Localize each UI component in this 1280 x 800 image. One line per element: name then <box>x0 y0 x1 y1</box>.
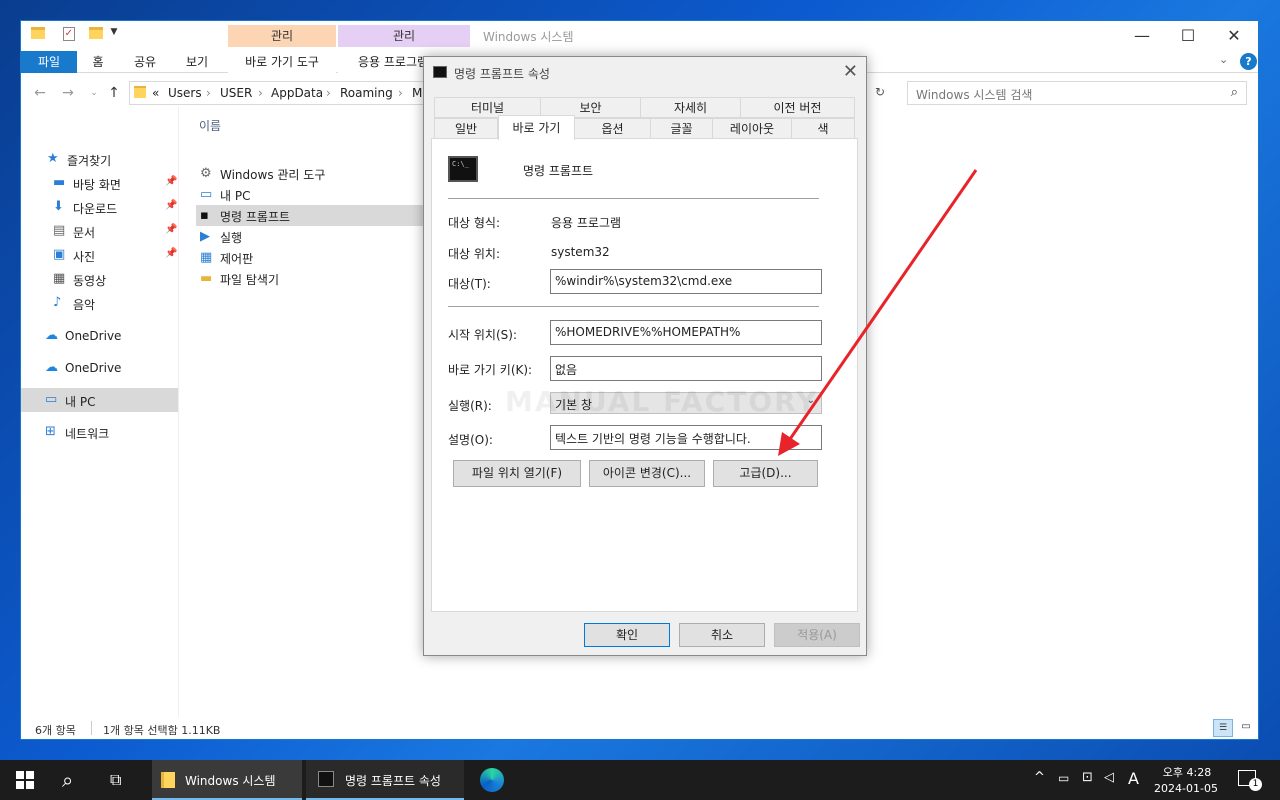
notification-badge: 1 <box>1249 778 1262 791</box>
cmd-icon <box>318 771 334 787</box>
clock-date[interactable]: 2024-01-05 <box>1150 782 1222 795</box>
ime-icon[interactable]: A <box>1128 769 1139 788</box>
volume-icon[interactable]: ◁ <box>1104 770 1114 785</box>
network-icon[interactable]: ⊡ <box>1082 770 1093 785</box>
arrow-head <box>778 432 800 456</box>
search-icon[interactable]: ⌕ <box>62 768 73 792</box>
folder-icon <box>161 772 175 788</box>
battery-icon[interactable]: ▭ <box>1058 771 1069 785</box>
taskbar-item-explorer[interactable]: Windows 시스템 <box>152 760 302 800</box>
task-view-icon[interactable]: ⧉ <box>110 770 121 790</box>
windows-start-icon[interactable] <box>16 771 34 789</box>
arrow-shaft <box>786 169 978 443</box>
tab-shortcut[interactable]: 바로 가기 <box>498 115 575 140</box>
taskbar-item-properties[interactable]: 명령 프롬프트 속성 <box>306 760 464 800</box>
taskbar-item-label: 명령 프롬프트 속성 <box>345 774 441 788</box>
clock-time[interactable]: 오후 4:28 <box>1154 764 1220 780</box>
taskbar-item-label: Windows 시스템 <box>185 774 276 788</box>
edge-browser-icon[interactable] <box>480 768 504 792</box>
annotation-arrow <box>778 169 978 456</box>
chevron-up-icon[interactable]: ^ <box>1034 770 1045 785</box>
taskbar: ⌕ ⧉ Windows 시스템 명령 프롬프트 속성 ^ ▭ ⊡ ◁ A 오후 … <box>0 760 1280 800</box>
